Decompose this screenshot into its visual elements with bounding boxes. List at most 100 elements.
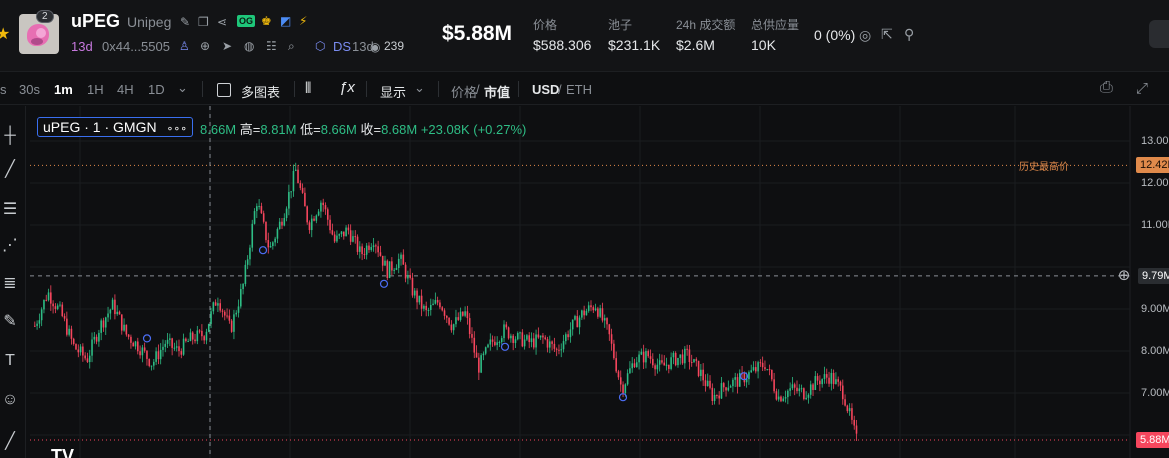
mcap-toggle[interactable]: 市值	[484, 82, 510, 101]
watch-count-badge: 2	[36, 10, 54, 23]
candle-body	[459, 311, 462, 320]
chart-area[interactable]: ┼ ╱ ☰ ⋰ ≣ ✎ T ☺ ╱ uPEG · 1 · GMGN ∘∘∘ 8.…	[0, 106, 1169, 458]
candle-body	[249, 247, 251, 260]
interval-1d[interactable]: 1D	[148, 82, 165, 97]
trade-marker	[379, 279, 389, 288]
fullscreen-icon[interactable]: ⤢	[1136, 80, 1148, 97]
camera-icon[interactable]: ⎙	[1100, 79, 1113, 97]
candle-body	[853, 419, 856, 426]
eth-toggle[interactable]: ETH	[566, 82, 592, 97]
brush-icon[interactable]: ✎	[0, 312, 20, 332]
candle-body	[558, 349, 560, 351]
message-icon[interactable]: ☷	[266, 39, 277, 53]
candle-body	[141, 347, 144, 356]
candle-body	[855, 425, 858, 434]
usd-toggle[interactable]: USD	[532, 82, 559, 97]
candle-body	[153, 361, 155, 366]
interval-4h[interactable]: 4H	[117, 82, 134, 97]
candle-body	[619, 377, 622, 385]
candle-body	[242, 283, 244, 290]
text-icon[interactable]: T	[0, 351, 20, 371]
telegram-icon[interactable]: ➤	[222, 39, 232, 53]
fib-icon[interactable]: ≣	[0, 274, 20, 294]
edit-icon[interactable]: ✎	[180, 15, 190, 29]
candle-body	[752, 367, 755, 371]
trendline-icon[interactable]: ╱	[0, 160, 20, 180]
candle-body	[185, 338, 187, 342]
candle-type-icon[interactable]: ⫴	[305, 80, 311, 97]
candle-body	[823, 374, 826, 380]
stat-price-value: $588.306	[533, 37, 592, 53]
candle-body	[384, 260, 386, 266]
candle-body	[457, 317, 460, 320]
candle-body	[851, 408, 853, 420]
pin-icon[interactable]: ⚲	[904, 26, 914, 43]
candle-body	[388, 261, 391, 278]
interval-s[interactable]: s	[0, 82, 7, 97]
candle-body	[253, 211, 256, 224]
external-link-icon[interactable]: ⇱	[881, 26, 893, 43]
candle-body	[127, 334, 130, 337]
ohlc-high-label: 高=	[239, 122, 261, 137]
multi-chart-label[interactable]: 多图表	[241, 82, 280, 101]
interval-30s[interactable]: 30s	[19, 82, 40, 97]
discord-icon[interactable]: ◍	[244, 39, 254, 53]
candle-body	[315, 215, 318, 221]
candle-body	[491, 339, 494, 342]
favorite-star-icon[interactable]: ★	[0, 24, 10, 44]
candle-body	[349, 230, 352, 242]
candle-body	[530, 338, 533, 343]
candle-body	[798, 388, 801, 392]
candle-body	[539, 335, 542, 338]
contract-address[interactable]: 0x44...5505	[102, 39, 170, 54]
candle-body	[661, 360, 663, 363]
holder-icon[interactable]: ♙	[179, 39, 190, 53]
share-icon[interactable]: ⋖	[217, 15, 227, 29]
candle-body	[143, 347, 146, 351]
candle-body	[205, 331, 208, 341]
crosshair-icon[interactable]: ┼	[0, 126, 20, 146]
candle-body	[574, 316, 576, 320]
interval-dropdown-icon[interactable]: ⌄	[177, 80, 188, 96]
candle-body	[404, 264, 407, 279]
stat-price-label: 价格	[533, 18, 558, 32]
interval-1m[interactable]: 1m	[54, 82, 73, 97]
search-icon[interactable]: ⌕	[288, 39, 295, 54]
candle-body	[407, 275, 409, 279]
display-menu[interactable]: 显示	[380, 82, 406, 101]
indicators-icon[interactable]: ƒx	[339, 79, 355, 96]
candle-body	[326, 209, 329, 220]
candle-body	[736, 377, 739, 387]
copy-icon[interactable]: ❐	[198, 15, 209, 29]
side-panel-button[interactable]	[1149, 20, 1169, 48]
candle-body	[599, 308, 601, 317]
nodes-icon[interactable]: ⋰	[0, 236, 20, 256]
candle-body	[278, 221, 281, 229]
candle-body	[473, 337, 476, 353]
candle-body	[146, 350, 148, 359]
ruler-icon[interactable]: ╱	[0, 432, 20, 452]
emoji-icon[interactable]: ☺	[0, 390, 20, 410]
candle-body	[427, 309, 430, 311]
chart-legend-title[interactable]: uPEG · 1 · GMGN ∘∘∘	[37, 117, 194, 137]
candle-body	[617, 371, 620, 378]
stat-price: 价格 $588.306	[533, 16, 591, 53]
add-alert-icon[interactable]: ⊕	[1114, 266, 1134, 286]
stat-supply: 总供应量 10K	[751, 16, 799, 53]
horizontal-lines-icon[interactable]: ☰	[0, 200, 20, 220]
token-name: Unipeg	[127, 14, 172, 30]
candle-body	[214, 302, 217, 306]
display-dropdown-icon[interactable]: ⌄	[414, 80, 425, 96]
candle-body	[132, 342, 135, 347]
multi-chart-checkbox[interactable]	[217, 83, 231, 97]
price-chart[interactable]	[0, 106, 1169, 458]
candle-body	[343, 231, 345, 237]
legend-more-icon[interactable]: ∘∘∘	[166, 123, 187, 135]
price-toggle[interactable]: 价格	[451, 82, 477, 101]
candle-body	[281, 221, 283, 226]
candle-body	[624, 384, 627, 394]
interval-1h[interactable]: 1H	[87, 82, 104, 97]
dexscreener-link[interactable]: DS	[333, 39, 351, 54]
website-icon[interactable]: ⊕	[200, 39, 210, 53]
hide-eye-icon[interactable]: ◎	[859, 27, 871, 44]
